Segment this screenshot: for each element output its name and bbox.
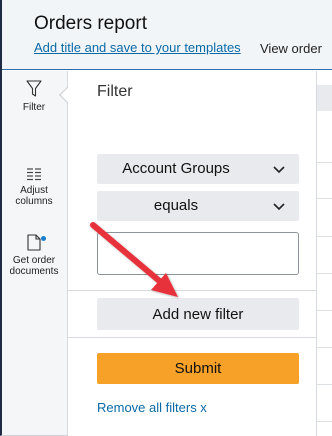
- table-row-divider: [317, 384, 332, 385]
- table-row-divider: [317, 236, 332, 237]
- chevron-down-icon: [273, 203, 285, 211]
- submit-button[interactable]: Submit: [97, 353, 299, 384]
- remove-all-filters-link[interactable]: Remove all filters x: [97, 400, 207, 415]
- rail-adjust-columns-button[interactable]: Adjust columns: [2, 167, 66, 207]
- rail-adjust-label-line1: Adjust: [20, 185, 48, 196]
- view-orders-link[interactable]: View order: [260, 41, 322, 56]
- table-row-divider: [317, 310, 332, 311]
- filter-value-input[interactable]: [97, 232, 299, 275]
- filter-operator-select[interactable]: equals: [97, 191, 299, 221]
- page-title: Orders report: [34, 13, 147, 34]
- notification-dot: [41, 236, 46, 241]
- section-divider: [68, 290, 317, 291]
- filter-field-select[interactable]: Account Groups: [97, 154, 299, 184]
- report-header: Orders report Add title and save to your…: [2, 0, 332, 70]
- rail-filter-label: Filter: [22, 102, 46, 113]
- side-rail: Filter Adjust columns Get order document…: [2, 71, 68, 435]
- section-divider: [68, 337, 317, 338]
- table-row-divider: [317, 421, 332, 422]
- orders-table-edge: [317, 71, 332, 436]
- filter-funnel-icon: [26, 80, 42, 97]
- table-row-divider: [317, 273, 332, 274]
- rail-get-documents-button[interactable]: Get order documents: [2, 234, 66, 277]
- table-row-divider: [317, 198, 332, 199]
- filter-operator-value: equals: [153, 197, 199, 214]
- columns-icon: [27, 168, 41, 181]
- rail-docs-label-line2: documents: [9, 266, 59, 277]
- table-row-divider: [317, 162, 332, 163]
- add-new-filter-button[interactable]: Add new filter: [97, 298, 299, 330]
- filter-field-value: Account Groups: [122, 160, 230, 177]
- rail-docs-label-line1: Get order: [12, 255, 56, 266]
- filter-panel-title: Filter: [97, 83, 133, 100]
- rail-filter-button[interactable]: Filter: [2, 80, 66, 113]
- table-header-cell: [317, 85, 332, 111]
- chevron-down-icon: [273, 166, 285, 174]
- add-title-link[interactable]: Add title and save to your templates: [34, 40, 241, 55]
- rail-adjust-label-line2: columns: [15, 196, 53, 207]
- document-icon: [27, 234, 41, 251]
- table-row-divider: [317, 347, 332, 348]
- filter-panel: Filter Account Groups equals Add new fil…: [68, 71, 317, 436]
